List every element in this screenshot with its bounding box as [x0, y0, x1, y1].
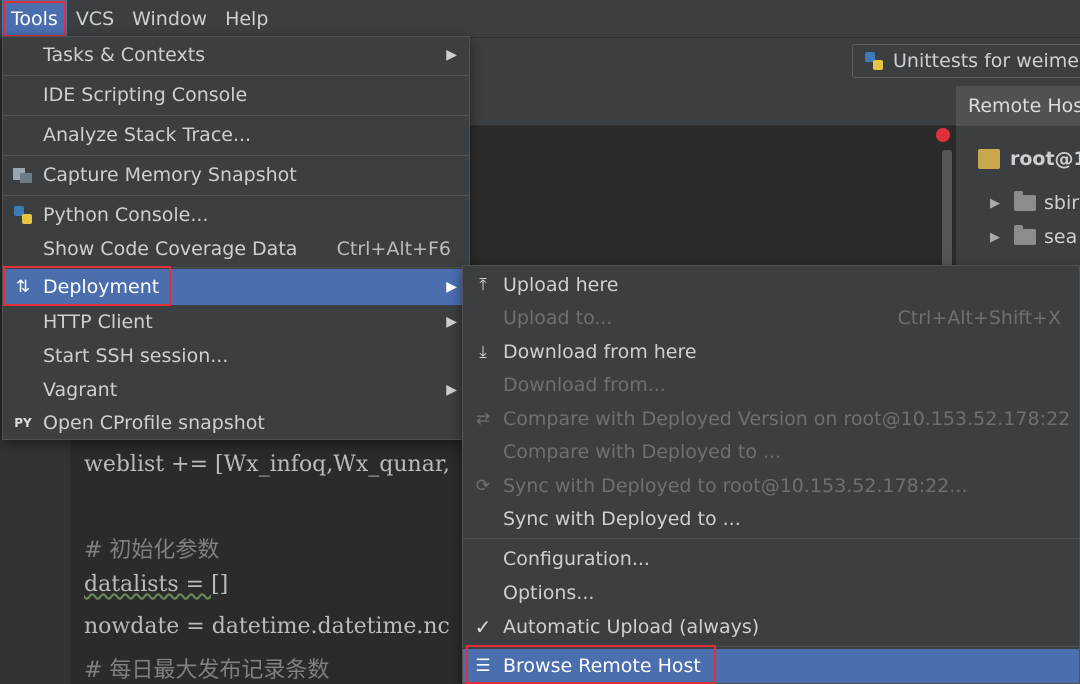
menu-item-label: Start SSH session... — [43, 345, 229, 367]
sync-icon: ⟳ — [475, 476, 491, 496]
menu-item-label: Download from here — [503, 341, 697, 363]
menu-tools[interactable]: Tools — [2, 0, 67, 38]
menu-item-analyze-stack-trace[interactable]: Analyze Stack Trace... — [3, 118, 469, 152]
menu-help[interactable]: Help — [216, 0, 277, 38]
menu-item-show-code-coverage[interactable]: Show Code Coverage Data Ctrl+Alt+F6 — [3, 232, 469, 266]
menu-separator — [463, 538, 1079, 539]
menu-item-tasks-contexts[interactable]: Tasks & Contexts ▶ — [3, 38, 469, 72]
run-config-label: Unittests for weimer — [893, 50, 1080, 72]
memory-snapshot-icon — [11, 163, 35, 187]
cprofile-icon: PY — [14, 416, 32, 430]
menu-item-label: HTTP Client — [43, 311, 153, 333]
menu-item-sync-deployed-to[interactable]: Sync with Deployed to ... — [463, 502, 1079, 536]
submenu-arrow-icon: ▶ — [446, 279, 457, 295]
menu-item-label: Analyze Stack Trace... — [43, 124, 252, 146]
menu-item-automatic-upload[interactable]: ✓ Automatic Upload (always) — [463, 610, 1079, 644]
submenu-arrow-icon: ▶ — [446, 47, 457, 63]
submenu-arrow-icon: ▶ — [446, 382, 457, 398]
code-comment: # 每日最大发布记录条数 — [84, 658, 330, 683]
menu-item-compare-deployed-to[interactable]: Compare with Deployed to ... — [463, 435, 1079, 469]
menu-item-label: Compare with Deployed Version on root@10… — [503, 408, 1071, 430]
expand-arrow-icon[interactable]: ▶ — [990, 196, 1000, 211]
menu-item-upload-here[interactable]: ⤒ Upload here — [463, 268, 1079, 302]
menu-item-http-client[interactable]: HTTP Client ▶ — [3, 305, 469, 339]
menu-separator — [3, 195, 469, 196]
menu-item-vagrant[interactable]: Vagrant ▶ — [3, 373, 469, 407]
menu-item-browse-remote-host[interactable]: ☰ Browse Remote Host — [463, 649, 1079, 683]
remote-root-label: root@1 — [1010, 148, 1080, 170]
compare-icon: ⇄ — [475, 409, 491, 429]
menu-item-label: IDE Scripting Console — [43, 84, 248, 106]
tab-remote-host[interactable]: Remote Hos — [956, 86, 1080, 126]
menu-vcs[interactable]: VCS — [67, 0, 123, 38]
code-line: datalists = [] — [84, 572, 229, 597]
menu-item-upload-to[interactable]: Upload to... Ctrl+Alt+Shift+X — [463, 301, 1079, 335]
folder-label: sea — [1044, 226, 1078, 248]
scrollbar-thumb[interactable] — [942, 150, 952, 270]
menu-item-label: Automatic Upload (always) — [503, 616, 760, 638]
run-config-selector[interactable]: Unittests for weimer — [852, 44, 1080, 78]
menu-item-deployment[interactable]: ⇅ Deployment ▶ — [3, 269, 469, 305]
python-icon — [865, 52, 883, 70]
shortcut-label: Ctrl+Alt+F6 — [336, 238, 451, 260]
expand-arrow-icon[interactable]: ▶ — [990, 230, 1000, 245]
menu-item-label: Sync with Deployed to root@10.153.52.178… — [503, 475, 968, 497]
menu-bar: Tools VCS Window Help — [0, 0, 1080, 38]
menu-item-label: Show Code Coverage Data — [43, 238, 298, 260]
menu-item-label: Sync with Deployed to ... — [503, 508, 741, 530]
menu-item-download-from-here[interactable]: ⤓ Download from here — [463, 335, 1079, 369]
menu-item-compare-deployed-version[interactable]: ⇄ Compare with Deployed Version on root@… — [463, 402, 1079, 436]
menu-separator — [3, 155, 469, 156]
code-line: nowdate = datetime.datetime.nc — [84, 614, 450, 639]
menu-item-open-cprofile-snapshot[interactable]: PY Open CProfile snapshot — [3, 406, 469, 440]
deployment-icon: ⇅ — [15, 277, 31, 297]
editor-gutter — [0, 440, 70, 684]
menu-item-python-console[interactable]: Python Console... — [3, 198, 469, 232]
menu-item-label: Upload to... — [503, 307, 613, 329]
menu-window[interactable]: Window — [123, 0, 216, 38]
remote-root-node[interactable]: root@1 — [978, 148, 1080, 170]
tree-folder-node[interactable]: ▶ sea — [990, 225, 1078, 248]
menu-item-label: Open CProfile snapshot — [43, 412, 265, 434]
menu-item-label: Download from... — [503, 374, 666, 396]
menu-separator — [3, 75, 469, 76]
menu-item-download-from[interactable]: Download from... — [463, 368, 1079, 402]
menu-item-label: Upload here — [503, 274, 619, 296]
menu-item-start-ssh-session[interactable]: Start SSH session... — [3, 339, 469, 373]
server-icon — [978, 149, 1000, 169]
menu-item-label: Capture Memory Snapshot — [43, 164, 297, 186]
tools-menu: Tasks & Contexts ▶ IDE Scripting Console… — [2, 36, 470, 440]
folder-icon — [1014, 191, 1036, 211]
menu-separator — [3, 115, 469, 116]
python-console-icon — [11, 203, 35, 227]
deployment-submenu: ⤒ Upload here Upload to... Ctrl+Alt+Shif… — [462, 265, 1080, 684]
menu-item-sync-deployed-root[interactable]: ⟳ Sync with Deployed to root@10.153.52.1… — [463, 469, 1079, 503]
menu-separator — [463, 646, 1079, 647]
menu-item-label: Tasks & Contexts — [43, 44, 206, 66]
menu-item-ide-scripting-console[interactable]: IDE Scripting Console — [3, 78, 469, 112]
code-line: weblist += [Wx_infoq,Wx_qunar, — [84, 452, 450, 477]
tree-folder-node[interactable]: ▶ sbir — [990, 191, 1080, 214]
remote-host-icon: ☰ — [475, 656, 491, 676]
menu-item-label: Python Console... — [43, 204, 209, 226]
menu-item-label: Configuration... — [503, 548, 650, 570]
folder-icon — [1014, 225, 1036, 245]
download-icon: ⤓ — [479, 342, 487, 362]
menu-item-label: Compare with Deployed to ... — [503, 441, 782, 463]
shortcut-label: Ctrl+Alt+Shift+X — [897, 307, 1062, 329]
menu-item-label: Browse Remote Host — [503, 655, 701, 677]
menu-item-label: Deployment — [43, 276, 160, 298]
menu-item-label: Options... — [503, 582, 595, 604]
error-indicator-icon[interactable] — [936, 128, 950, 142]
checkmark-icon: ✓ — [474, 615, 492, 639]
menu-item-label: Vagrant — [43, 379, 118, 401]
folder-label: sbir — [1044, 192, 1080, 214]
menu-separator — [3, 267, 469, 268]
menu-item-options[interactable]: Options... — [463, 576, 1079, 610]
upload-icon: ⤒ — [479, 275, 487, 295]
code-comment: # 初始化参数 — [84, 538, 220, 563]
menu-item-configuration[interactable]: Configuration... — [463, 542, 1079, 576]
submenu-arrow-icon: ▶ — [446, 314, 457, 330]
menu-item-capture-memory-snapshot[interactable]: Capture Memory Snapshot — [3, 158, 469, 192]
